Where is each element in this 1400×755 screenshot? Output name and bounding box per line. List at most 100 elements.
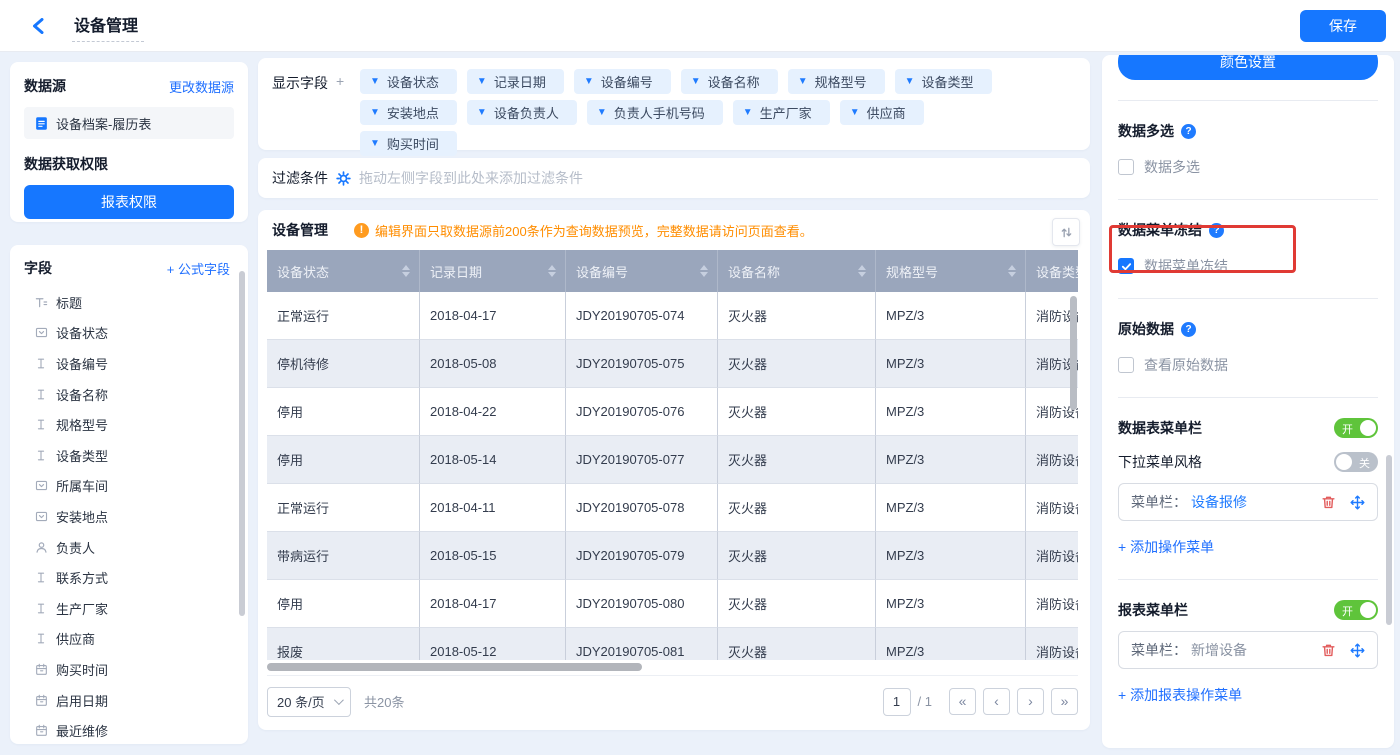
page-number-input[interactable] xyxy=(882,687,911,716)
report-menu-item[interactable]: 菜单栏： 新增设备 xyxy=(1118,631,1378,669)
field-item[interactable]: 设备类型 xyxy=(24,440,238,471)
caret-down-icon: ▼ xyxy=(370,138,380,149)
datasource-item[interactable]: 设备档案-履历表 xyxy=(24,107,234,139)
help-icon[interactable]: ? xyxy=(1181,123,1196,139)
fields-scrollbar[interactable] xyxy=(239,271,245,616)
move-icon[interactable] xyxy=(1349,494,1365,510)
field-item[interactable]: 联系方式 xyxy=(24,562,238,593)
display-field-tag[interactable]: ▼ 设备名称 xyxy=(680,69,778,94)
field-item-label: 标题 xyxy=(56,295,83,311)
display-field-tag[interactable]: ▼ 设备状态 xyxy=(360,69,457,94)
caret-down-icon: ▼ xyxy=(476,107,487,118)
table-row[interactable]: 带病运行 2018-05-15 JDY20190705-079 灭火器 MPZ/3 消防设… xyxy=(267,532,1078,580)
field-item[interactable]: 所属车间 xyxy=(24,471,238,502)
field-item[interactable]: 负责人 xyxy=(24,532,238,563)
select-field-icon xyxy=(34,326,48,340)
field-item[interactable]: 最近维修 xyxy=(24,715,238,744)
delete-icon[interactable] xyxy=(1320,494,1336,510)
display-field-tag[interactable]: ▼ 负责人手机号码 xyxy=(586,100,723,125)
column-header[interactable]: 设备类型 xyxy=(1026,250,1078,292)
field-item-label: 生产厂家 xyxy=(56,601,109,617)
display-field-tag[interactable]: ▼ 安装地点 xyxy=(360,100,457,125)
prev-page-button[interactable]: ‹ xyxy=(983,688,1010,715)
sort-order-button[interactable] xyxy=(1052,218,1080,246)
display-field-tag[interactable]: ▼ 生产厂家 xyxy=(732,100,830,125)
report-menu-item-value[interactable]: 新增设备 xyxy=(1191,640,1247,660)
multi-select-checkbox[interactable]: 数据多选 xyxy=(1118,157,1378,177)
display-field-tag[interactable]: ▼ 购买时间 xyxy=(360,131,457,156)
add-display-field-button[interactable]: + xyxy=(336,73,344,89)
report-menu-toggle-on[interactable]: 开 xyxy=(1334,600,1378,620)
warning-icon: ! xyxy=(354,222,369,238)
table-horizontal-scrollbar[interactable] xyxy=(267,663,1078,671)
raw-data-checkbox[interactable]: 查看原始数据 xyxy=(1118,355,1378,375)
move-icon[interactable] xyxy=(1349,642,1365,658)
table-row[interactable]: 报废2018-05-12JDY20190705-081灭火器MPZ/3消防设备 xyxy=(267,628,1078,660)
dropdown-style-toggle-off[interactable]: 关 xyxy=(1334,452,1378,472)
delete-icon[interactable] xyxy=(1320,642,1336,658)
caret-down-icon: ▼ xyxy=(904,76,915,87)
table-menu-toggle-on[interactable]: 开 xyxy=(1334,418,1378,438)
column-header-label: 规格型号 xyxy=(886,264,939,280)
field-item[interactable]: 供应商 xyxy=(24,624,238,655)
display-field-tag[interactable]: ▼ 设备类型 xyxy=(894,69,992,94)
column-header[interactable]: 记录日期 xyxy=(420,250,566,292)
page-size-select[interactable]: 20 条/页 xyxy=(267,686,351,717)
column-header[interactable]: 设备状态 xyxy=(267,250,420,292)
column-header[interactable]: 设备编号 xyxy=(566,250,718,292)
field-item[interactable]: 启用日期 xyxy=(24,685,238,716)
checkbox-checked[interactable] xyxy=(1118,258,1134,274)
display-field-tag[interactable]: ▼ 供应商 xyxy=(839,100,924,125)
display-field-tag[interactable]: ▼ 设备负责人 xyxy=(466,100,577,125)
change-datasource-link[interactable]: 更改数据源 xyxy=(169,77,234,96)
field-item[interactable]: 标题 xyxy=(24,287,238,318)
column-sort-icon[interactable] xyxy=(402,265,410,277)
table-menu-item[interactable]: 菜单栏： 设备报修 xyxy=(1118,483,1378,521)
column-sort-icon[interactable] xyxy=(548,265,556,277)
field-item[interactable]: 设备编号 xyxy=(24,348,238,379)
display-field-tag[interactable]: ▼ 设备编号 xyxy=(573,69,671,94)
table-row[interactable]: 停机待修 2018-05-08 JDY20190705-075 灭火器 MPZ/3 消防设… xyxy=(267,340,1078,388)
column-header[interactable]: 规格型号 xyxy=(876,250,1026,292)
field-item-label: 安装地点 xyxy=(56,509,109,525)
checkbox-unchecked[interactable] xyxy=(1118,357,1134,373)
next-page-button[interactable]: › xyxy=(1017,688,1044,715)
table-row[interactable]: 停用2018-04-22JDY20190705-076灭火器MPZ/3消防设备 xyxy=(267,388,1078,436)
back-button[interactable] xyxy=(26,14,50,38)
column-sort-icon[interactable] xyxy=(858,265,866,277)
table-row[interactable]: 停用2018-04-17JDY20190705-080灭火器MPZ/3消防设备 xyxy=(267,580,1078,628)
report-permission-button[interactable]: 报表权限 xyxy=(24,185,234,219)
field-item[interactable]: 规格型号 xyxy=(24,409,238,440)
settings-scrollbar[interactable] xyxy=(1386,455,1392,625)
add-action-menu-link[interactable]: + 添加操作菜单 xyxy=(1118,537,1214,557)
table-row[interactable]: 正常运行 2018-04-17 JDY20190705-074 灭火器 MPZ/3 消防设… xyxy=(267,292,1078,340)
display-field-tag[interactable]: ▼ 记录日期 xyxy=(466,69,564,94)
last-page-button[interactable]: » xyxy=(1051,688,1078,715)
table-vertical-scrollbar[interactable] xyxy=(1070,296,1077,410)
add-formula-field-link[interactable]: + 公式字段 xyxy=(167,259,230,278)
gear-icon[interactable] xyxy=(336,170,351,186)
first-page-button[interactable]: « xyxy=(949,688,976,715)
tag-label: 设备状态 xyxy=(386,75,439,90)
field-item[interactable]: 设备状态 xyxy=(24,318,238,349)
table-menu-item-value[interactable]: 设备报修 xyxy=(1191,492,1247,512)
field-item[interactable]: 购买时间 xyxy=(24,654,238,685)
add-report-action-menu-link[interactable]: + 添加报表操作菜单 xyxy=(1118,685,1242,705)
table-cell: MPZ/3 xyxy=(876,628,1026,660)
save-button[interactable]: 保存 xyxy=(1300,10,1386,42)
checkbox-unchecked[interactable] xyxy=(1118,159,1134,175)
column-sort-icon[interactable] xyxy=(1008,265,1016,277)
field-item[interactable]: 设备名称 xyxy=(24,379,238,410)
column-header[interactable]: 设备名称 xyxy=(718,250,876,292)
help-icon[interactable]: ? xyxy=(1181,321,1196,337)
menu-freeze-checkbox[interactable]: 数据菜单冻结 xyxy=(1118,256,1378,276)
table-row[interactable]: 停用2018-05-14JDY20190705-077灭火器MPZ/3消防设备 xyxy=(267,436,1078,484)
table-row[interactable]: 正常运行 2018-04-11 JDY20190705-078 灭火器 MPZ/3 消防设… xyxy=(267,484,1078,532)
field-item[interactable]: 安装地点 xyxy=(24,501,238,532)
page-title[interactable]: 设备管理 xyxy=(72,10,145,42)
color-settings-button[interactable]: 颜色设置 xyxy=(1118,55,1378,80)
column-sort-icon[interactable] xyxy=(700,265,708,277)
field-item[interactable]: 生产厂家 xyxy=(24,593,238,624)
display-field-tag[interactable]: ▼ 规格型号 xyxy=(787,69,885,94)
help-icon[interactable]: ? xyxy=(1209,222,1224,238)
